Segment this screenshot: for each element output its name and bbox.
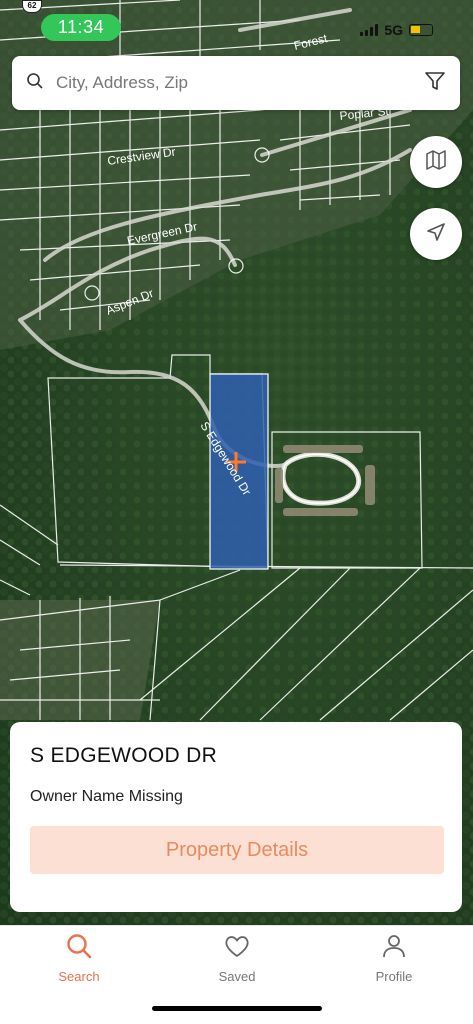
person-icon <box>380 932 408 965</box>
search-icon <box>65 932 93 965</box>
tab-profile[interactable]: Profile <box>344 932 444 984</box>
my-location-button[interactable] <box>410 208 462 260</box>
tab-label-profile: Profile <box>375 969 413 984</box>
tab-saved[interactable]: Saved <box>187 932 287 984</box>
route-shield-badge: 62 <box>22 0 42 13</box>
network-label: 5G <box>384 22 403 38</box>
search-icon <box>26 72 44 95</box>
status-indicators: 5G <box>360 22 433 38</box>
property-details-button[interactable]: Property Details <box>30 826 444 874</box>
heart-icon <box>223 932 251 965</box>
signal-icon <box>360 24 379 36</box>
property-owner: Owner Name Missing <box>30 788 183 805</box>
search-bar <box>12 56 460 110</box>
status-time: 11:34 <box>41 14 121 41</box>
tab-label-saved: Saved <box>218 969 256 984</box>
map-icon <box>425 149 447 176</box>
home-indicator <box>152 1006 322 1011</box>
map-layers-button[interactable] <box>410 136 462 188</box>
battery-icon <box>409 24 433 36</box>
filter-icon[interactable] <box>424 70 446 97</box>
search-input[interactable] <box>56 73 424 93</box>
property-card: S EDGEWOOD DR Owner Name Missing Propert… <box>10 722 462 912</box>
tab-search[interactable]: Search <box>29 932 129 984</box>
tab-label-search: Search <box>58 969 100 984</box>
property-title: S EDGEWOOD DR <box>30 744 218 767</box>
location-arrow-icon <box>426 222 446 247</box>
